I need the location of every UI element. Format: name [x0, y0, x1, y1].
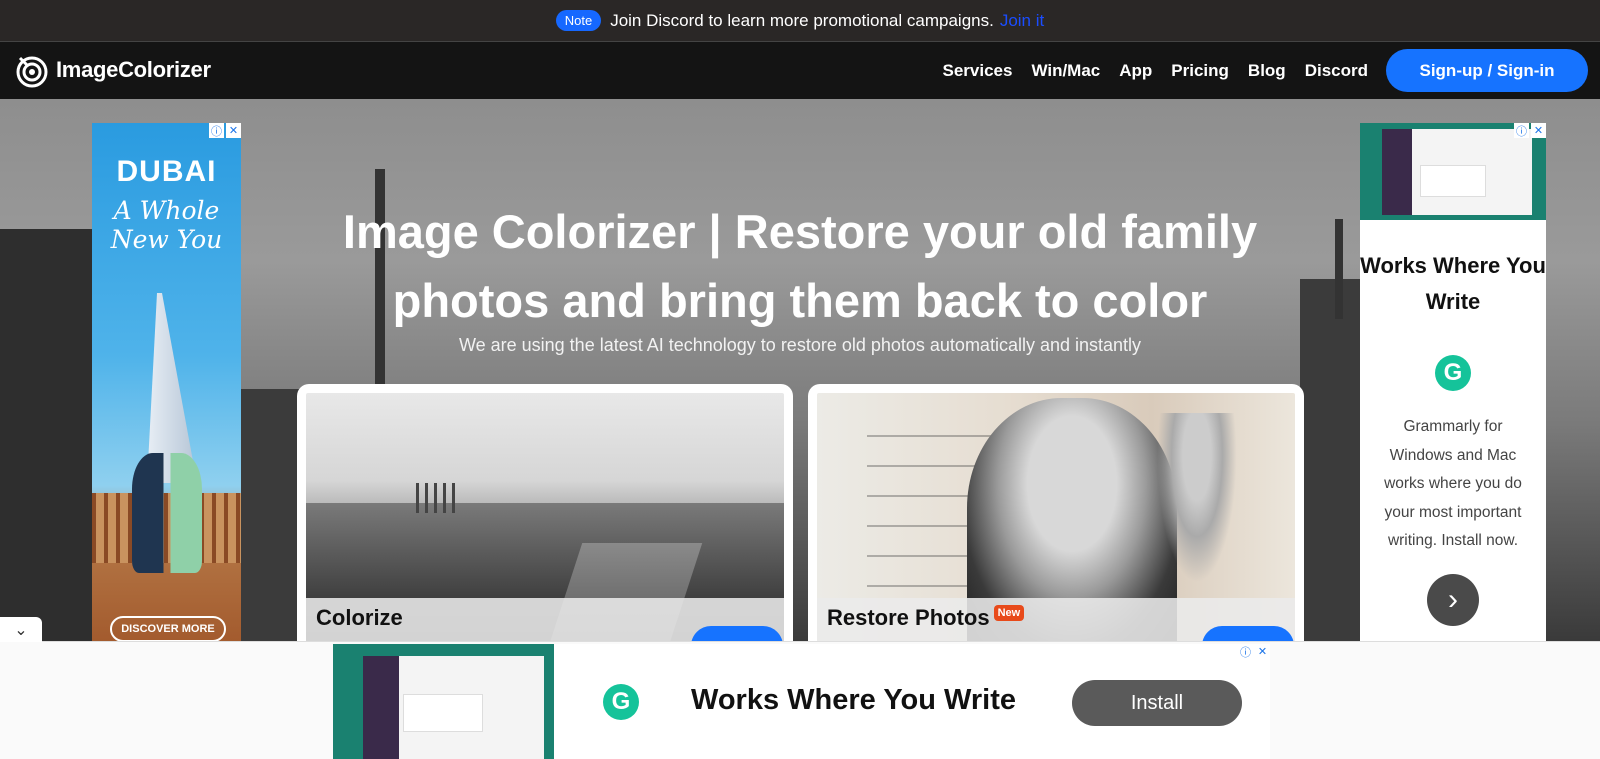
restore-title: Restore Photos — [827, 605, 990, 630]
new-badge: New — [993, 605, 1025, 621]
chevron-down-icon[interactable]: ⌄ — [0, 617, 42, 642]
restore-card-button[interactable] — [1202, 626, 1294, 641]
navbar: ImageColorizer Services Win/Mac App Pric… — [0, 42, 1600, 99]
ad-close-icon[interactable]: ✕ — [1255, 644, 1270, 659]
brand-name: ImageColorizer — [56, 57, 211, 82]
colorize-card-button[interactable] — [691, 626, 783, 641]
hero-title: Image Colorizer | Restore your old famil… — [342, 205, 1258, 327]
right-ad-body: Grammarly for Windows and Mac works wher… — [1384, 418, 1522, 549]
couple-figures — [132, 453, 202, 573]
restore-photos-card[interactable]: Restore Photos New — [808, 384, 1304, 641]
background-building-right — [1300, 279, 1360, 641]
thumbnail-popup — [1420, 165, 1486, 197]
colorize-card-label: Colorize — [316, 605, 403, 631]
bottom-ad-banner[interactable]: G Works Where You Write Install ⓘ ✕ — [333, 644, 1270, 759]
ad-close-icon[interactable]: ✕ — [1531, 123, 1546, 138]
thumbnail-popup — [403, 694, 483, 732]
grammarly-logo-wrap: G — [1435, 355, 1471, 391]
factory-chimneys — [416, 483, 456, 513]
install-button[interactable]: Install — [1072, 680, 1242, 726]
join-discord-link[interactable]: Join it — [1000, 11, 1044, 31]
note-badge: Note — [555, 10, 602, 31]
chevron-right-icon[interactable]: › — [1427, 574, 1479, 626]
bottom-ad-title: Works Where You Write — [691, 684, 1016, 716]
nav-services[interactable]: Services — [943, 61, 1013, 81]
restore-card-image: Restore Photos New — [817, 393, 1295, 641]
grammarly-logo-wrap: G — [603, 684, 639, 720]
background-building-left — [0, 229, 95, 641]
grammarly-logo-icon: G — [1435, 355, 1471, 391]
colorize-title: Colorize — [316, 605, 403, 630]
ad-info-icon[interactable]: ⓘ — [209, 123, 224, 138]
thumbnail-sidebar — [1382, 129, 1412, 215]
right-ad-banner[interactable]: ⓘ ✕ Works Where You Write G Grammarly fo… — [1360, 123, 1546, 641]
ad-close-icon[interactable]: ✕ — [226, 123, 241, 138]
discover-more-button[interactable]: DISCOVER MORE — [110, 616, 226, 641]
colorize-card[interactable]: Colorize — [297, 384, 793, 641]
hero-subtitle: We are using the latest AI technology to… — [458, 335, 1142, 355]
ad-info-icon[interactable]: ⓘ — [1514, 123, 1529, 138]
nav-win-mac[interactable]: Win/Mac — [1031, 61, 1100, 81]
ad-info-icon[interactable]: ⓘ — [1238, 644, 1253, 659]
nav-pricing[interactable]: Pricing — [1171, 61, 1229, 81]
left-ad-controls: ⓘ ✕ — [209, 123, 241, 138]
bottom-ad-thumbnail — [333, 644, 554, 759]
colorize-card-image: Colorize — [306, 393, 784, 641]
restore-card-label: Restore Photos New — [827, 605, 1025, 631]
child-figure — [1157, 413, 1237, 583]
background-building-mid — [240, 389, 300, 641]
nav-discord[interactable]: Discord — [1305, 61, 1368, 81]
nav-blog[interactable]: Blog — [1248, 61, 1286, 81]
grammarly-logo-icon: G — [603, 684, 639, 720]
nav-links: Services Win/Mac App Pricing Blog Discor… — [943, 42, 1369, 99]
announcement-text: Join Discord to learn more promotional c… — [610, 10, 994, 30]
ad-left-brand: DUBAI — [116, 155, 217, 188]
right-ad-controls: ⓘ ✕ — [1514, 123, 1546, 138]
bottom-ad-controls: ⓘ ✕ — [1238, 644, 1270, 659]
right-ad-title: Works Where You Write — [1360, 253, 1546, 314]
left-ad-banner[interactable]: ⓘ ✕ DUBAI A Whole New You DISCOVER MORE — [92, 123, 241, 641]
background-spire-right — [1335, 219, 1343, 319]
thumbnail-sidebar — [363, 656, 399, 759]
city-skyline — [306, 503, 784, 603]
imagecolorizer-logo-icon — [14, 52, 50, 88]
signin-button[interactable]: Sign-up / Sign-in — [1386, 49, 1588, 92]
logo[interactable]: ImageColorizer — [14, 52, 211, 88]
ad-left-tagline: A Whole New You — [110, 196, 223, 254]
nav-app[interactable]: App — [1119, 61, 1152, 81]
announcement-bar: Note Join Discord to learn more promotio… — [0, 0, 1600, 42]
